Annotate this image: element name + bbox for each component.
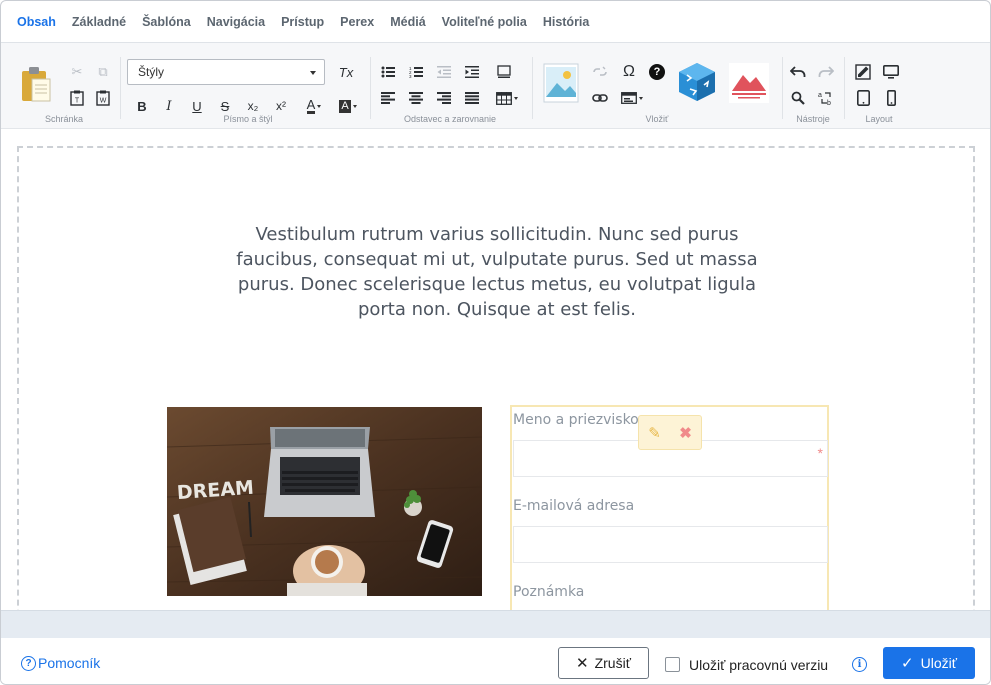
tab-media[interactable]: Médiá: [390, 15, 425, 29]
bulleted-list-icon[interactable]: [377, 61, 399, 83]
align-right-icon[interactable]: [433, 87, 455, 109]
outdent-icon[interactable]: [433, 61, 455, 83]
undo-icon[interactable]: [787, 61, 809, 83]
edit-layout-icon[interactable]: [852, 61, 874, 83]
table-icon[interactable]: [493, 87, 521, 109]
unlink-icon[interactable]: [589, 61, 611, 83]
group-label-clipboard: Schránka: [44, 114, 84, 124]
cut-icon[interactable]: ✂: [66, 61, 88, 83]
paste-icon[interactable]: [19, 65, 53, 105]
component-cube-icon[interactable]: [676, 61, 718, 103]
cancel-button[interactable]: ✕ Zrušiť: [558, 647, 649, 679]
save-label: Uložiť: [920, 655, 957, 671]
svg-text:a: a: [818, 92, 822, 99]
tab-historia[interactable]: História: [543, 15, 590, 29]
help-link[interactable]: ? Pomocník: [21, 655, 100, 671]
tab-volitelne-polia[interactable]: Voliteľné polia: [442, 15, 527, 29]
save-draft-label: Uložiť pracovnú verziu: [689, 657, 829, 673]
group-label-tools: Nástroje: [796, 114, 830, 124]
required-mark: *: [817, 445, 823, 461]
group-layout: Layout: [845, 43, 913, 129]
tab-pristup[interactable]: Prístup: [281, 15, 324, 29]
paste-text-icon[interactable]: T: [66, 87, 88, 109]
content-paragraph[interactable]: Vestibulum rutrum varius sollicitudin. N…: [231, 222, 763, 322]
group-label-insert: Vložiť: [645, 114, 669, 124]
toolbar-divider: [120, 57, 121, 119]
info-icon[interactable]: i: [852, 657, 867, 672]
save-draft-checkbox[interactable]: [665, 657, 680, 672]
image-icon[interactable]: [543, 63, 579, 103]
omega-glyph: Ω: [623, 63, 635, 80]
save-button[interactable]: ✓ Uložiť: [883, 647, 975, 679]
checkmark-icon: ✓: [901, 655, 914, 672]
tab-obsah[interactable]: Obsah: [17, 15, 56, 29]
group-clipboard: ✂ ⧉ T W Schránka: [9, 43, 119, 129]
editor-toolbar: ✂ ⧉ T W Schránka Štýly Tx B I U S x₂ x² …: [1, 43, 990, 129]
replace-icon[interactable]: ab: [815, 87, 837, 109]
widget-toolbar: ✎ ✖: [638, 415, 702, 450]
align-left-icon[interactable]: [377, 87, 399, 109]
group-label-font: Písmo a štýl: [223, 114, 273, 124]
close-icon: ✕: [576, 655, 589, 672]
copy-icon[interactable]: ⧉: [92, 61, 114, 83]
group-tools: ab Nástroje: [783, 43, 843, 129]
block-icon[interactable]: [493, 61, 515, 83]
align-justify-icon[interactable]: [461, 87, 483, 109]
editor-canvas[interactable]: Vestibulum rutrum varius sollicitudin. N…: [1, 130, 990, 610]
special-char-icon[interactable]: Ω: [618, 61, 640, 83]
svg-text:b: b: [827, 100, 831, 106]
svg-text:W: W: [100, 98, 107, 105]
chart-image-icon[interactable]: [729, 63, 769, 103]
content-image[interactable]: DREAM: [167, 407, 482, 596]
help-icon[interactable]: ?: [646, 61, 668, 83]
link-icon[interactable]: [589, 87, 611, 109]
group-label-paragraph: Odstavec a zarovnanie: [403, 114, 497, 124]
svg-text:3: 3: [409, 74, 412, 78]
cancel-label: Zrušiť: [594, 655, 631, 671]
status-strip: [1, 610, 990, 638]
editable-block: [17, 146, 975, 610]
redo-icon[interactable]: [815, 61, 837, 83]
mobile-icon[interactable]: [880, 87, 902, 109]
group-insert: Ω ? Vložiť: [533, 43, 781, 129]
paste-word-icon[interactable]: W: [92, 87, 114, 109]
tab-zakladne[interactable]: Základné: [72, 15, 126, 29]
dialog-footer: ? Pomocník ✕ Zrušiť Uložiť pracovnú verz…: [1, 638, 990, 684]
delete-icon[interactable]: ✖: [679, 424, 692, 442]
desktop-icon[interactable]: [880, 61, 902, 83]
tab-sablona[interactable]: Šablóna: [142, 15, 191, 29]
numbered-list-icon[interactable]: 123: [405, 61, 427, 83]
form-field-icon[interactable]: [618, 87, 646, 109]
align-center-icon[interactable]: [405, 87, 427, 109]
email-label: E-mailová adresa: [513, 498, 635, 514]
edit-pencil-icon[interactable]: ✎: [648, 424, 661, 442]
indent-icon[interactable]: [461, 61, 483, 83]
question-icon: ?: [21, 655, 36, 671]
group-paragraph: 123 Odstavec a zarovnanie: [371, 43, 529, 129]
group-font: Písmo a štýl: [125, 43, 371, 129]
name-label: Meno a priezvisko: [513, 412, 639, 428]
help-glyph: ?: [649, 64, 665, 80]
tab-navigacia[interactable]: Navigácia: [207, 15, 265, 29]
editor-dialog: Obsah Základné Šablóna Navigácia Prístup…: [0, 0, 991, 685]
group-label-layout: Layout: [865, 114, 893, 124]
email-input[interactable]: [513, 526, 828, 563]
help-label: Pomocník: [38, 655, 101, 671]
tab-perex[interactable]: Perex: [340, 15, 374, 29]
svg-text:T: T: [75, 98, 80, 105]
note-label: Poznámka: [513, 584, 585, 600]
search-icon[interactable]: [787, 87, 809, 109]
tab-bar: Obsah Základné Šablóna Navigácia Prístup…: [1, 1, 990, 43]
tablet-icon[interactable]: [852, 87, 874, 109]
